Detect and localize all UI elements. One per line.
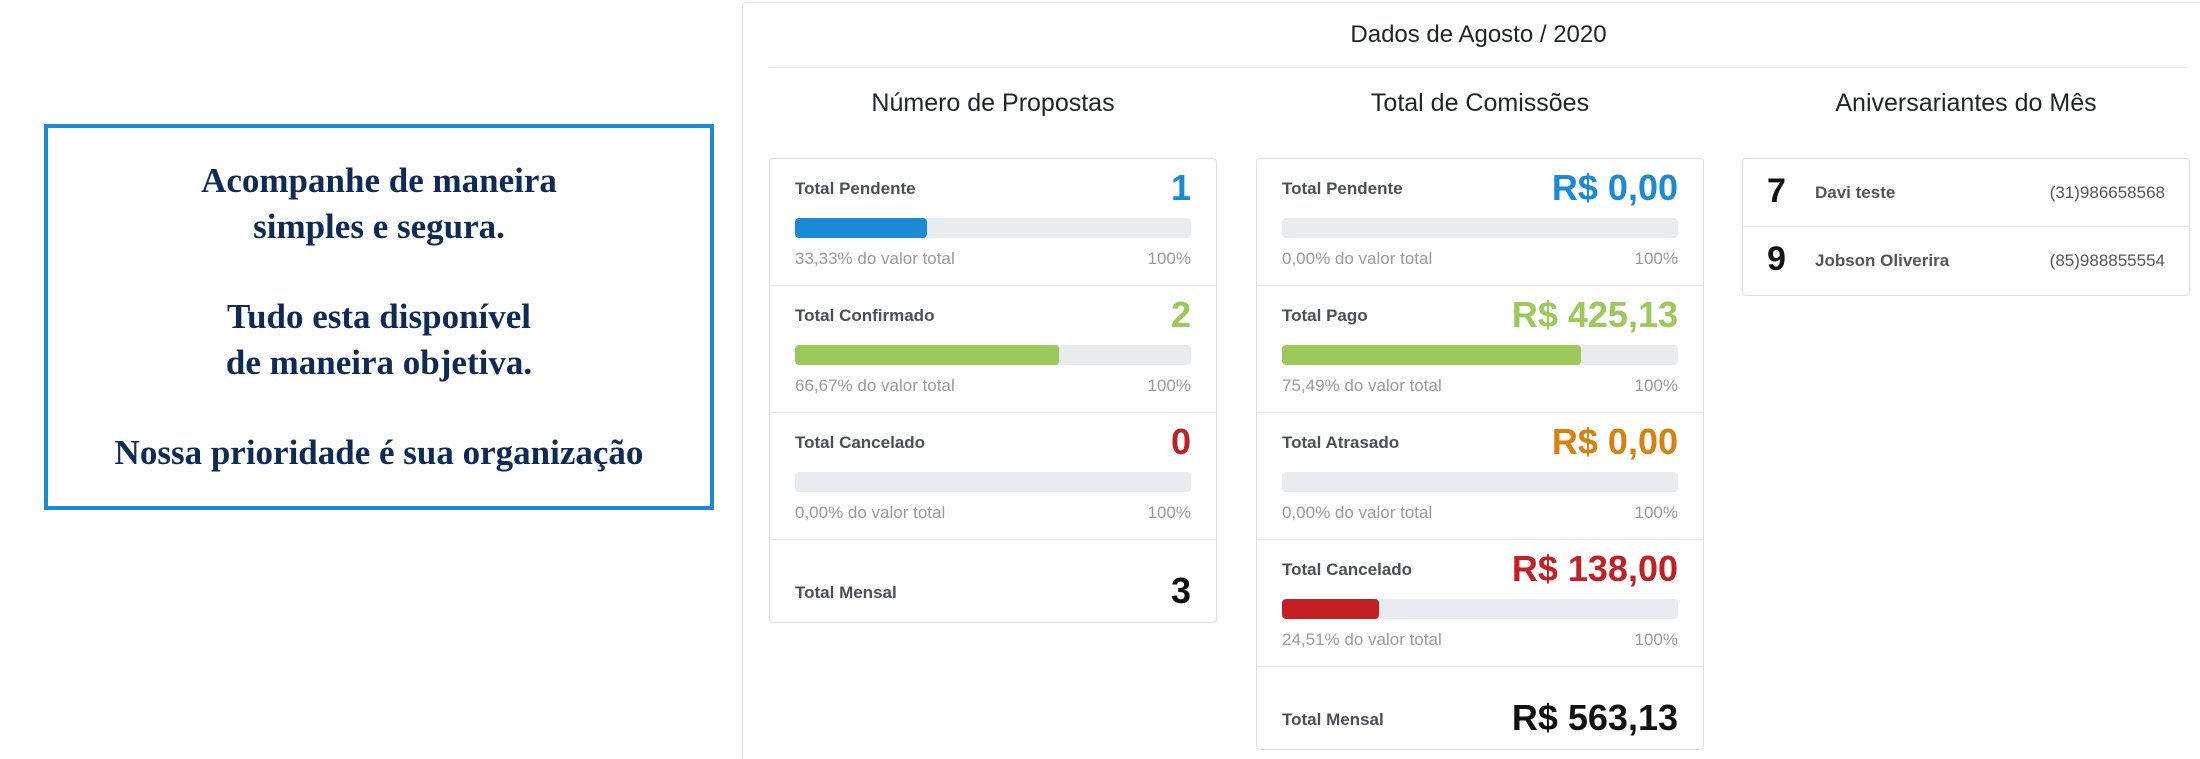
stat-label: Total Mensal (1282, 710, 1384, 729)
stat-percent: 0,00% do valor total (1282, 503, 1433, 522)
comissoes-atrasado: Total Atrasado R$ 0,00 0,00% do valor to… (1257, 413, 1703, 540)
comissoes-title: Total de Comissões (1370, 89, 1590, 117)
stat-percent: 24,51% do valor total (1282, 630, 1442, 649)
stat-label: Total Confirmado (795, 306, 935, 325)
stat-percent: 66,67% do valor total (795, 376, 955, 395)
stat-value: 1 (1170, 167, 1191, 208)
stat-percent: 33,33% do valor total (795, 249, 955, 268)
propostas-confirmado: Total Confirmado 2 66,67% do valor total… (770, 286, 1216, 413)
progress-bar (795, 218, 1191, 238)
stat-value: 2 (1170, 294, 1191, 335)
comissoes-card: Total Pendente R$ 0,00 0,00% do valor to… (1256, 158, 1704, 750)
list-item: 7 Davi teste (31)986658568 (1743, 159, 2189, 227)
stat-value: R$ 0,00 (1551, 167, 1678, 208)
stat-label: Total Cancelado (795, 433, 926, 452)
promo-line-2: Tudo esta disponível de maneira objetiva… (225, 297, 533, 382)
progress-bar (795, 345, 1191, 365)
panel-title: Dados de Agosto / 2020 (769, 3, 2188, 68)
propostas-pendente: Total Pendente 1 33,33% do valor total 1… (770, 159, 1216, 286)
propostas-cancelado: Total Cancelado 0 0,00% do valor total 1… (770, 413, 1216, 540)
progress-bar (1282, 345, 1678, 365)
list-item: 9 Jobson Oliverira (85)988855554 (1743, 227, 2189, 295)
progress-fill (1282, 599, 1380, 619)
aniversariantes-title: Aniversariantes do Mês (1835, 89, 2097, 117)
stat-label: Total Cancelado (1282, 560, 1413, 579)
stat-max: 100% (1634, 503, 1678, 522)
promo-line-1: Acompanhe de maneira simples e segura. (201, 161, 557, 246)
stat-label: Total Pendente (795, 179, 916, 198)
stat-value: R$ 425,13 (1511, 294, 1678, 335)
promo-box: Acompanhe de maneira simples e segura. T… (44, 124, 714, 510)
stat-label: Total Pago (1282, 306, 1368, 325)
stat-label: Total Pendente (1282, 179, 1403, 198)
stat-max: 100% (1147, 503, 1191, 522)
progress-fill (795, 218, 927, 238)
stat-percent: 0,00% do valor total (1282, 249, 1433, 268)
birthday-name: Jobson Oliverira (1815, 251, 1950, 270)
birthday-phone: (31)986658568 (2049, 183, 2165, 202)
promo-line-3: Nossa prioridade é sua organização (114, 433, 644, 472)
stat-max: 100% (1634, 249, 1678, 268)
stat-value: 0 (1170, 421, 1191, 462)
stat-max: 100% (1634, 630, 1678, 649)
stat-value: R$ 138,00 (1511, 548, 1678, 589)
propostas-card: Total Pendente 1 33,33% do valor total 1… (769, 158, 1217, 623)
stat-max: 100% (1147, 376, 1191, 395)
comissoes-cancelado: Total Cancelado R$ 138,00 24,51% do valo… (1257, 540, 1703, 667)
comissoes-pendente: Total Pendente R$ 0,00 0,00% do valor to… (1257, 159, 1703, 286)
stat-label: Total Mensal (795, 583, 897, 602)
progress-bar (1282, 472, 1678, 492)
stat-percent: 75,49% do valor total (1282, 376, 1442, 395)
birthday-day: 7 (1767, 172, 1786, 210)
progress-bar (1282, 599, 1678, 619)
aniversariantes-card: 7 Davi teste (31)986658568 9 Jobson Oliv… (1742, 158, 2190, 296)
progress-fill (795, 345, 1059, 365)
stat-value: R$ 0,00 (1551, 421, 1678, 462)
birthday-phone: (85)988855554 (2049, 251, 2165, 270)
birthday-name: Davi teste (1815, 183, 1896, 202)
propostas-title: Número de Propostas (871, 89, 1115, 117)
comissoes-pago: Total Pago R$ 425,13 75,49% do valor tot… (1257, 286, 1703, 413)
comissoes-total: Total Mensal R$ 563,13 (1257, 667, 1703, 749)
birthday-day: 9 (1767, 240, 1786, 278)
stat-percent: 0,00% do valor total (795, 503, 946, 522)
stat-value: 3 (1170, 570, 1191, 611)
stat-label: Total Atrasado (1282, 433, 1400, 452)
stat-value: R$ 563,13 (1511, 697, 1678, 738)
dashboard-panel: Dados de Agosto / 2020 Número de Propost… (742, 2, 2200, 759)
stat-max: 100% (1147, 249, 1191, 268)
progress-fill (1282, 345, 1581, 365)
stat-max: 100% (1634, 376, 1678, 395)
progress-bar (795, 472, 1191, 492)
progress-bar (1282, 218, 1678, 238)
propostas-total: Total Mensal 3 (770, 540, 1216, 622)
